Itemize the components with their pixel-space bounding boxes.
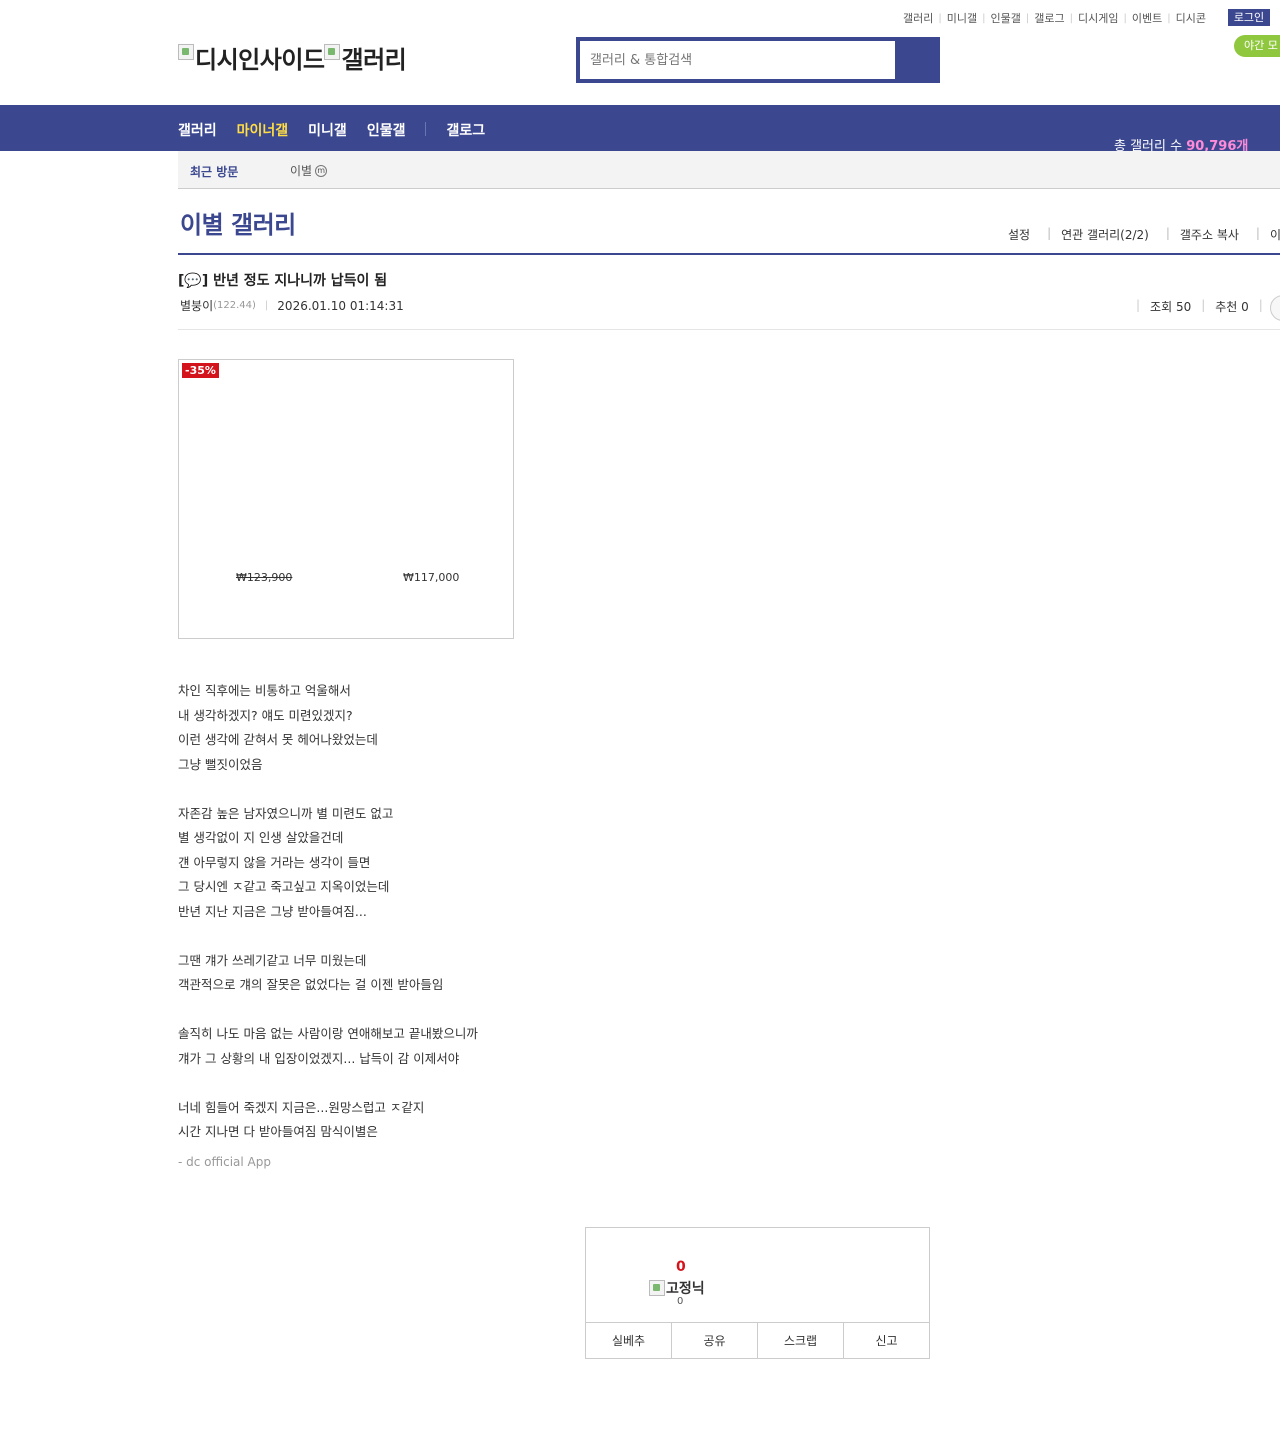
- post-header-divider: [178, 329, 1280, 330]
- broken-image-icon: [324, 43, 341, 60]
- content-gap: [178, 1001, 478, 1026]
- nav-mini-gallery[interactable]: 미니갤: [308, 120, 347, 140]
- logo-site-text: 디시인사이드: [195, 46, 325, 74]
- usage-link[interactable]: 이용: [1270, 226, 1280, 243]
- report-button[interactable]: 신고: [844, 1323, 929, 1359]
- ad-new-price: ₩117,000: [403, 571, 460, 584]
- top-link-gallog[interactable]: 갤로그: [1034, 10, 1064, 26]
- content-line: 너네 힘들어 죽겠지 지금은...원망스럽고 ㅈ같지: [178, 1099, 425, 1115]
- content-line: 차인 직후에는 비통하고 억울해서: [178, 683, 351, 698]
- post-meta: 별붕이 (122.44) | 2026.01.10 01:14:31: [180, 297, 404, 314]
- content-line: 내 생각하겠지? 얘도 미련있겠지?: [178, 707, 353, 723]
- gallery-menu: 설정 | 연관 갤러리(2/2) | 갤주소 복사 | 이용: [1008, 226, 1280, 243]
- content-line: 그 당시엔 ㅈ같고 죽고싶고 지옥이었는데: [178, 879, 390, 894]
- top-link-person[interactable]: 인물갤: [991, 10, 1021, 26]
- recent-gallery-link[interactable]: 이별 m: [290, 162, 328, 179]
- content-line: 걔가 그 상황의 내 입장이었겠지... 납득이 감 이제서야: [178, 1050, 460, 1066]
- share-button[interactable]: 공유: [672, 1323, 758, 1359]
- recent-visit-label[interactable]: 최근 방문: [190, 163, 238, 180]
- recommend-count: 0: [676, 1259, 686, 1275]
- recommend-actions: 실베추 공유 스크랩 신고: [586, 1322, 929, 1359]
- post-recommends: 추천 0: [1215, 300, 1249, 314]
- app-signature: - dc official App: [178, 1155, 271, 1169]
- content-line: 객관적으로 걔의 잘못은 없었다는 걸 이젠 받아들임: [178, 977, 444, 992]
- nav-divider: [425, 122, 427, 136]
- copy-address-link[interactable]: 갤주소 복사: [1180, 226, 1239, 243]
- logo-gallery-text: 갤러리: [341, 46, 407, 74]
- search-button[interactable]: [895, 37, 940, 83]
- top-link-event[interactable]: 이벤트: [1132, 10, 1162, 26]
- night-mode-toggle[interactable]: 야간 모: [1234, 35, 1280, 57]
- nav-minor-gallery[interactable]: 마이너갤: [237, 120, 289, 140]
- gallery-settings-link[interactable]: 설정: [1008, 226, 1030, 243]
- content-line: 그땐 걔가 쓰레기같고 너무 미웠는데: [178, 952, 367, 968]
- post-author[interactable]: 별붕이: [180, 297, 213, 314]
- content-gap: [178, 927, 478, 952]
- broken-image-icon: [178, 43, 194, 60]
- content-line: 시간 지나면 다 받아들여짐 맘식이별은: [178, 1124, 378, 1139]
- product-ad[interactable]: -35% ₩123,900 ₩117,000: [178, 359, 514, 639]
- content-line: 이런 생각에 갇혀서 못 헤어나왔었는데: [178, 732, 378, 747]
- top-links: 갤러리 | 미니갤 | 인물갤 | 갤로그 | 디시게임 | 이벤트 | 디시콘: [903, 10, 1206, 26]
- content-line: 걘 아무렇지 않을 거라는 생각이 들면: [178, 854, 371, 870]
- scrap-button[interactable]: 스크랩: [758, 1323, 844, 1359]
- post-title: [💬] 반년 정도 지나니까 납득이 됨: [178, 273, 388, 289]
- content-line: 자존감 높은 남자였으니까 별 미련도 없고: [178, 805, 394, 821]
- recent-visit-bar: 최근 방문 이별 m: [178, 151, 1280, 189]
- fixed-nick-recommend[interactable]: 고정닉: [649, 1278, 705, 1298]
- minor-gallery-icon: m: [315, 164, 328, 177]
- gallery-divider: [178, 253, 1280, 255]
- post-content: 차인 직후에는 비통하고 억울해서 내 생각하겠지? 얘도 미련있겠지? 이런 …: [178, 682, 478, 1148]
- nav-gallog[interactable]: 갤로그: [446, 120, 485, 140]
- main-nav: 갤러리 마이너갤 미니갤 인물갤 갤로그 총 갤러리 수 90,796개: [0, 105, 1280, 154]
- realbest-button[interactable]: 실베추: [586, 1323, 672, 1359]
- post-datetime: 2026.01.10 01:14:31: [277, 298, 404, 313]
- discount-badge: -35%: [182, 363, 219, 378]
- content-gap: [178, 780, 478, 805]
- content-line: 반년 지난 지금은 그냥 받아들여짐...: [178, 903, 367, 919]
- search-box: [576, 37, 940, 83]
- content-gap: [178, 1074, 478, 1099]
- recommend-box: 0 고정닉 0 실베추 공유 스크랩 신고: [585, 1227, 930, 1359]
- search-icon: [895, 37, 940, 83]
- post-author-ip: (122.44): [213, 300, 256, 311]
- content-line: 솔직히 나도 마음 없는 사람이랑 연애해보고 끝내봤으니까: [178, 1026, 478, 1041]
- fixed-nick-count: 0: [677, 1296, 684, 1307]
- top-link-minigall[interactable]: 미니갤: [947, 10, 977, 26]
- search-input[interactable]: [580, 41, 895, 79]
- post-views: 조회 50: [1150, 300, 1192, 314]
- login-button[interactable]: 로그인: [1228, 9, 1270, 26]
- related-gallery-link[interactable]: 연관 갤러리(2/2): [1061, 226, 1149, 243]
- nav-gallery[interactable]: 갤러리: [178, 120, 217, 140]
- post-stats: | 조회 50 | 추천 0 |: [1136, 298, 1263, 314]
- content-line: 별 생각없이 지 인생 살았을건데: [178, 830, 344, 845]
- broken-image-icon: [649, 1280, 665, 1296]
- gallery-title[interactable]: 이별 갤러리: [180, 205, 296, 240]
- ad-old-price: ₩123,900: [236, 571, 293, 584]
- top-link-dccon[interactable]: 디시콘: [1176, 10, 1206, 26]
- top-link-game[interactable]: 디시게임: [1078, 10, 1118, 26]
- content-line: 그냥 뻘짓이었음: [178, 756, 263, 772]
- nav-person-gallery[interactable]: 인물갤: [367, 120, 406, 140]
- site-logo[interactable]: 디시인사이드 갤러리: [178, 40, 407, 75]
- top-link-gallery[interactable]: 갤러리: [903, 10, 933, 26]
